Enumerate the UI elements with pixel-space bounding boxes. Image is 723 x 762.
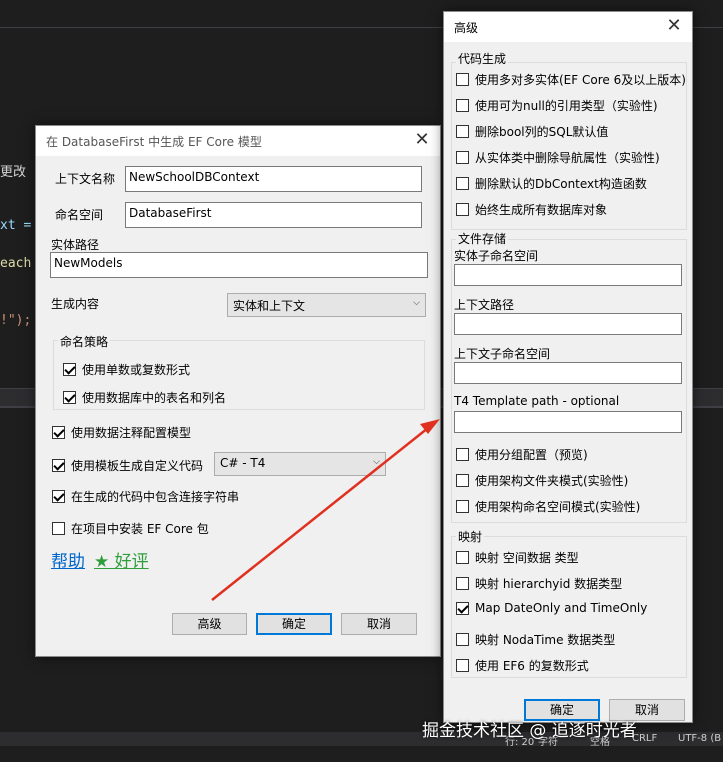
- arrow-line: [211, 427, 429, 601]
- watermark: 掘金技术社区 @ 追逐时光者: [422, 721, 637, 741]
- annotation-arrow: [211, 419, 440, 601]
